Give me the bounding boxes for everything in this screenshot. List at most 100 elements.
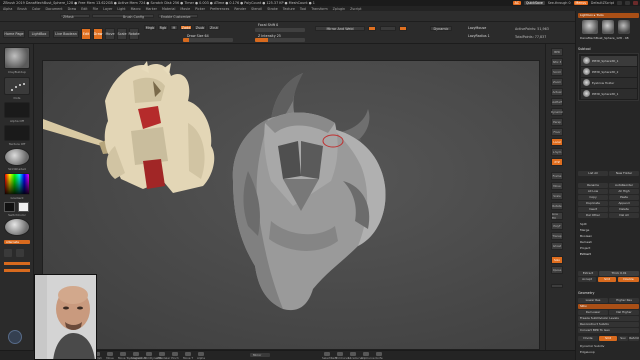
edgeloop-heading[interactable]: EdgeLoop xyxy=(578,350,639,355)
live-boolean-button[interactable]: Live Boolean xyxy=(53,30,79,38)
edit-button[interactable]: Edit xyxy=(81,28,91,40)
default-script-button[interactable]: DefaultZScript xyxy=(591,1,614,5)
extract-button[interactable]: Extract xyxy=(578,271,598,276)
convert-bpr-button[interactable]: Convert BPR To Geo xyxy=(578,328,639,333)
append-button[interactable]: Append xyxy=(609,201,639,206)
accept-button[interactable]: Accept xyxy=(578,277,596,282)
autoreorder-button[interactable]: AutoReorder xyxy=(609,183,639,188)
extra-button[interactable] xyxy=(551,284,563,288)
bpr-button[interactable]: BPR xyxy=(551,48,563,56)
geometry-heading[interactable]: Geometry xyxy=(578,291,594,295)
lower-res-button[interactable]: Lower Res xyxy=(578,298,608,303)
smt-button[interactable]: Smt xyxy=(598,277,616,282)
dynamic-view-button[interactable]: Dynamic xyxy=(551,108,563,116)
sdiv-slider[interactable]: SDiv xyxy=(578,304,639,309)
rename-button[interactable]: Rename xyxy=(578,183,608,188)
menu-preferences[interactable]: Preferences xyxy=(210,7,229,11)
del-lower-button[interactable]: Del Lower xyxy=(578,310,608,315)
menu-light[interactable]: Light xyxy=(117,7,125,11)
tool-thumbnail-2[interactable] xyxy=(602,20,614,34)
lightbox-button[interactable]: LightBox xyxy=(28,30,50,38)
menu-movie[interactable]: Movie xyxy=(180,7,190,11)
focal-shift-slider[interactable] xyxy=(255,28,305,32)
menu-tool[interactable]: Tool xyxy=(300,7,306,11)
move-button[interactable]: Move xyxy=(105,28,115,40)
brush-slicecurve[interactable]: SliceCurve xyxy=(348,352,363,360)
brush-trimcurve[interactable]: TrimCurve xyxy=(335,352,349,360)
suv-button[interactable]: Suv xyxy=(618,336,628,341)
rotate-button[interactable]: Rotate xyxy=(128,28,140,40)
scale-button[interactable]: Scale xyxy=(117,28,127,40)
mirror-weld-button[interactable]: Mirror And Weld xyxy=(315,26,365,31)
freeze-subdiv-button[interactable]: Freeze SubDivision Levels xyxy=(578,316,639,321)
dynamic-subdiv-heading[interactable]: Dynamic Subdiv xyxy=(578,344,639,349)
duplicate-button[interactable]: Duplicate xyxy=(578,201,608,206)
xyz-button[interactable]: XYZ xyxy=(551,158,563,166)
polyf-button[interactable]: PolyF xyxy=(551,222,563,230)
zoom-button[interactable]: Zoom xyxy=(551,78,563,86)
menu-file[interactable]: File xyxy=(93,7,99,11)
ac-button[interactable]: AC xyxy=(512,1,521,5)
menu-marker[interactable]: Marker xyxy=(146,7,157,11)
menu-stencil[interactable]: Stencil xyxy=(251,7,262,11)
home-page-button[interactable]: Home Page xyxy=(3,30,25,38)
menu-macro[interactable]: Macro xyxy=(131,7,141,11)
tool-thumbnail[interactable] xyxy=(582,20,598,34)
actual-button[interactable]: Actual xyxy=(551,88,563,96)
alpha-thumbnail[interactable] xyxy=(4,102,30,118)
menu-material[interactable]: Material xyxy=(162,7,175,11)
draw-button[interactable]: Draw xyxy=(93,28,103,40)
del-other-button[interactable]: Del Other xyxy=(578,213,608,218)
boolean-heading[interactable]: Boolean xyxy=(578,234,639,239)
menu-stroke[interactable]: Stroke xyxy=(267,7,278,11)
all-low-button[interactable]: All Low xyxy=(578,189,608,194)
brush-trimdynamic[interactable]: TrimDynamic xyxy=(144,352,162,360)
sym-x-button[interactable] xyxy=(380,26,396,31)
matcap-sphere[interactable] xyxy=(4,218,30,236)
resmt-button[interactable]: ReSmt xyxy=(629,336,639,341)
subtool-heading[interactable]: Subtool xyxy=(578,47,591,51)
all-high-button[interactable]: All High xyxy=(609,189,639,194)
split-heading[interactable]: Split xyxy=(578,222,639,227)
frame-button[interactable]: Frame xyxy=(551,172,563,180)
floor-button[interactable]: Floor xyxy=(551,128,563,136)
m-button[interactable]: M xyxy=(170,25,178,30)
pin2-icon[interactable] xyxy=(16,249,24,257)
del-all-button[interactable]: Del All xyxy=(609,213,639,218)
brush-pinch[interactable]: Pinch xyxy=(170,352,180,360)
brush-move[interactable]: Move xyxy=(105,352,115,360)
menu-color[interactable]: Color xyxy=(32,7,41,11)
line-fill-button[interactable]: Line Fill xyxy=(551,212,563,220)
menu-zplugin[interactable]: Zplugin xyxy=(333,7,345,11)
menu-document[interactable]: Document xyxy=(46,7,63,11)
spix-button[interactable]: SPix 3 xyxy=(551,58,563,66)
rgb-button[interactable]: Rgb xyxy=(158,25,168,30)
del-higher-button[interactable]: Del Higher xyxy=(609,310,639,315)
texture-thumbnail[interactable] xyxy=(4,125,30,141)
menu-alpha[interactable]: Alpha xyxy=(3,7,12,11)
zsub-button[interactable]: Zsub xyxy=(194,25,206,30)
brush-move-topological[interactable]: Move Topological xyxy=(118,352,142,360)
brush-alpha[interactable]: Alpha xyxy=(196,352,206,360)
zcut-button[interactable]: Zcut xyxy=(208,25,220,30)
higher-res-button[interactable]: Higher Res xyxy=(609,298,639,303)
brush-clipcurve[interactable]: ClipCurve xyxy=(361,352,375,360)
project-heading[interactable]: Project xyxy=(578,246,639,251)
paste-button[interactable]: Paste xyxy=(609,195,639,200)
remesh-heading[interactable]: Remesh xyxy=(578,240,639,245)
dynamic-button[interactable]: Dynamic xyxy=(430,26,452,31)
brush-thumbnail[interactable] xyxy=(4,47,30,69)
divide-button[interactable]: Divide xyxy=(578,336,598,341)
subtool-item[interactable]: PM3D_Sphere3D_1 xyxy=(581,89,637,99)
persp-button[interactable]: Persp xyxy=(551,118,563,126)
zadd-button[interactable]: Zadd xyxy=(180,25,192,30)
menu-zscript[interactable]: Zscript xyxy=(350,7,361,11)
double-button[interactable]: Double xyxy=(618,277,639,282)
transp-button[interactable]: Transp xyxy=(551,232,563,240)
list-all-button[interactable]: List All xyxy=(578,171,608,176)
brush-config-field[interactable]: Brush Config xyxy=(92,14,154,19)
xpose-button[interactable]: Xpose xyxy=(551,266,563,274)
brush-move-t[interactable]: Move T xyxy=(183,352,193,360)
menu-texture[interactable]: Texture xyxy=(283,7,295,11)
subtool-item[interactable]: PM3D_Sphere3D_2 xyxy=(581,67,637,77)
